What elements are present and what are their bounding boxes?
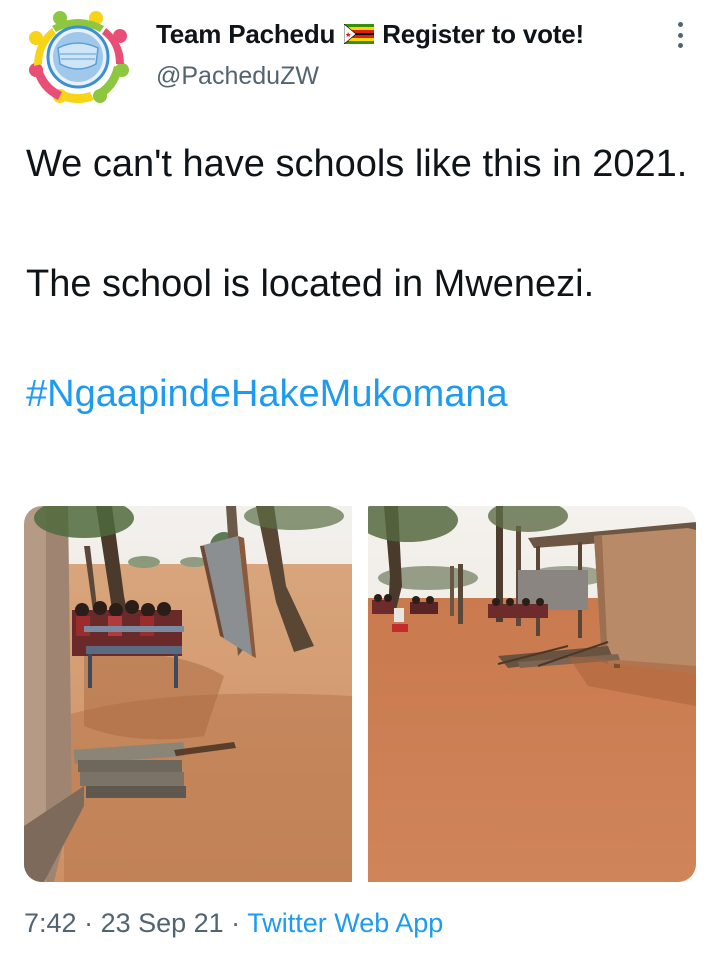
more-dot-icon: [677, 43, 683, 48]
team-pachedu-logo-icon: [29, 11, 129, 103]
open-ground-school-photo: [368, 506, 696, 882]
tweet-line-1: We can't have schools like this in 2021.: [26, 143, 688, 185]
tweet-source-link[interactable]: Twitter Web App: [247, 908, 443, 938]
display-name-suffix[interactable]: Register to vote!: [382, 19, 584, 50]
tweet-header: Team Pachedu Register to vote! @PacheduZ…: [0, 0, 720, 110]
more-options-button[interactable]: [670, 18, 690, 52]
author-handle[interactable]: @PacheduZW: [156, 62, 584, 91]
tweet-meta: 7:42 · 23 Sep 21 · Twitter Web App: [24, 908, 443, 939]
zimbabwe-flag-icon: [343, 23, 375, 45]
hashtag-link[interactable]: #NgaapindeHakeMukomana: [26, 373, 508, 415]
tweet-line-2: The school is located in Mwenezi.: [26, 263, 595, 305]
more-dot-icon: [677, 32, 683, 38]
avatar[interactable]: [24, 8, 132, 106]
author-names: Team Pachedu Register to vote! @PacheduZ…: [156, 14, 584, 91]
meta-separator: ·: [76, 908, 101, 938]
photo-1[interactable]: [24, 506, 352, 882]
tweet-text: We can't have schools like this in 2021.…: [26, 140, 696, 418]
display-name-row[interactable]: Team Pachedu Register to vote!: [156, 14, 584, 54]
tweet-time[interactable]: 7:42: [24, 908, 77, 938]
display-name[interactable]: Team Pachedu: [156, 19, 335, 50]
more-dot-icon: [677, 22, 683, 27]
outdoor-school-photo: [24, 506, 352, 882]
tweet-date[interactable]: 23 Sep 21: [101, 908, 224, 938]
photo-2[interactable]: [368, 506, 696, 882]
media-grid: [24, 506, 696, 882]
meta-separator: ·: [223, 908, 248, 938]
